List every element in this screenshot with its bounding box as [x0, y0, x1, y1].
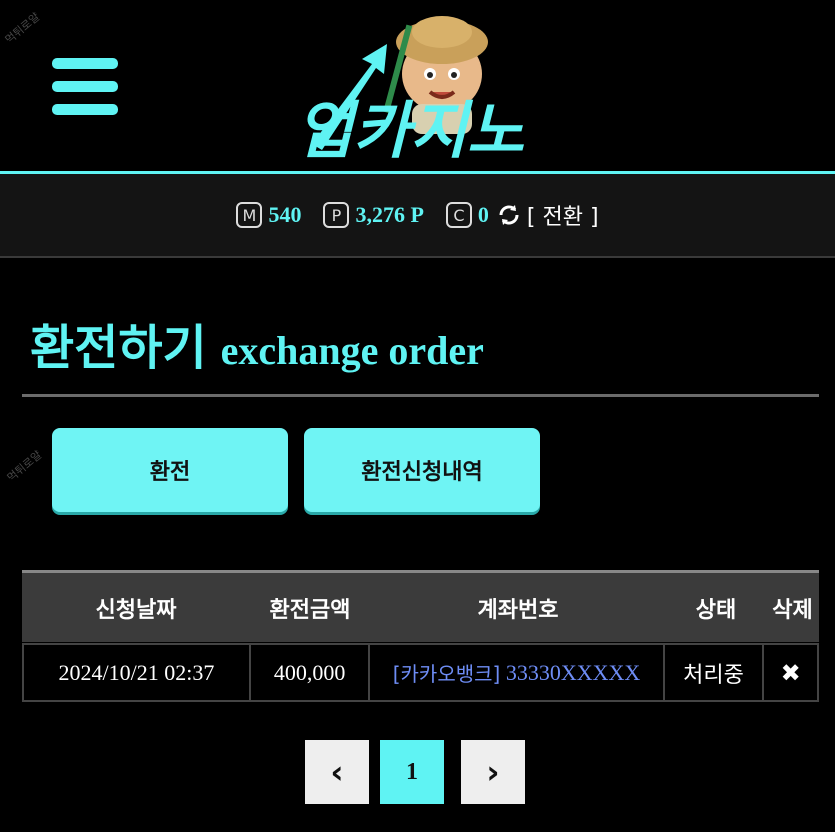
row-amount: 400,000 [251, 645, 371, 700]
row-status: 처리중 [665, 645, 765, 700]
convert-button[interactable]: [ 전환 ] [497, 199, 599, 231]
column-header-status: 상태 [695, 597, 737, 623]
point-value: 3,276 P [355, 202, 424, 227]
tab-exchange[interactable]: 환전 [52, 428, 288, 512]
coin-value: 0 [477, 202, 489, 227]
money-value: 540 [268, 202, 302, 227]
site-logo[interactable]: 업카지노 [292, 4, 552, 164]
page-title-english: exchange order [220, 328, 484, 373]
title-divider [22, 394, 819, 397]
site-header: 먹튀로얄 업카지노 [0, 0, 835, 172]
page-title-korean: 환전하기 [30, 320, 207, 376]
row-account: [카카오뱅크] 33330XXXXX [370, 645, 665, 700]
menu-icon[interactable] [52, 58, 118, 116]
svg-text:업카지노: 업카지노 [296, 94, 524, 164]
column-header-date: 신청날짜 [95, 597, 177, 623]
column-header-account: 계좌번호 [477, 597, 559, 623]
table-row: 2024/10/21 02:37 400,000 [카카오뱅크] 33330XX… [22, 643, 819, 702]
balance-bar: M 540 P 3,276 P C 0 [ 전환 ] [0, 174, 835, 258]
watermark-text: 먹튀로얄 [4, 448, 45, 485]
table-header: 신청날짜 환전금액 계좌번호 상태 삭제 [22, 570, 819, 642]
column-header-amount: 환전금액 [269, 597, 351, 623]
row-date: 2024/10/21 02:37 [24, 645, 251, 700]
refresh-icon [499, 205, 519, 225]
point-balance: P 3,276 P [323, 202, 424, 228]
row-account-number: 33330XXXXX [505, 659, 641, 685]
pagination-next-button[interactable]: › [461, 740, 525, 804]
money-balance: M 540 [236, 202, 301, 228]
pagination-page-1[interactable]: 1 [380, 740, 444, 804]
pagination-prev-button[interactable]: ‹ [305, 740, 369, 804]
row-bank-name: [카카오뱅크] [392, 662, 501, 686]
column-header-delete: 삭제 [772, 597, 813, 623]
coin-icon: C [445, 202, 472, 228]
tab-exchange-history[interactable]: 환전신청내역 [304, 428, 540, 512]
delete-icon[interactable]: ✖ [764, 645, 817, 700]
money-icon: M [236, 202, 263, 228]
page-title: 환전하기 exchange order [30, 308, 484, 378]
watermark-text: 먹튀로얄 [2, 10, 43, 47]
coin-balance: C 0 [445, 202, 489, 228]
point-icon: P [323, 202, 350, 228]
convert-label: [ 전환 ] [526, 205, 599, 230]
